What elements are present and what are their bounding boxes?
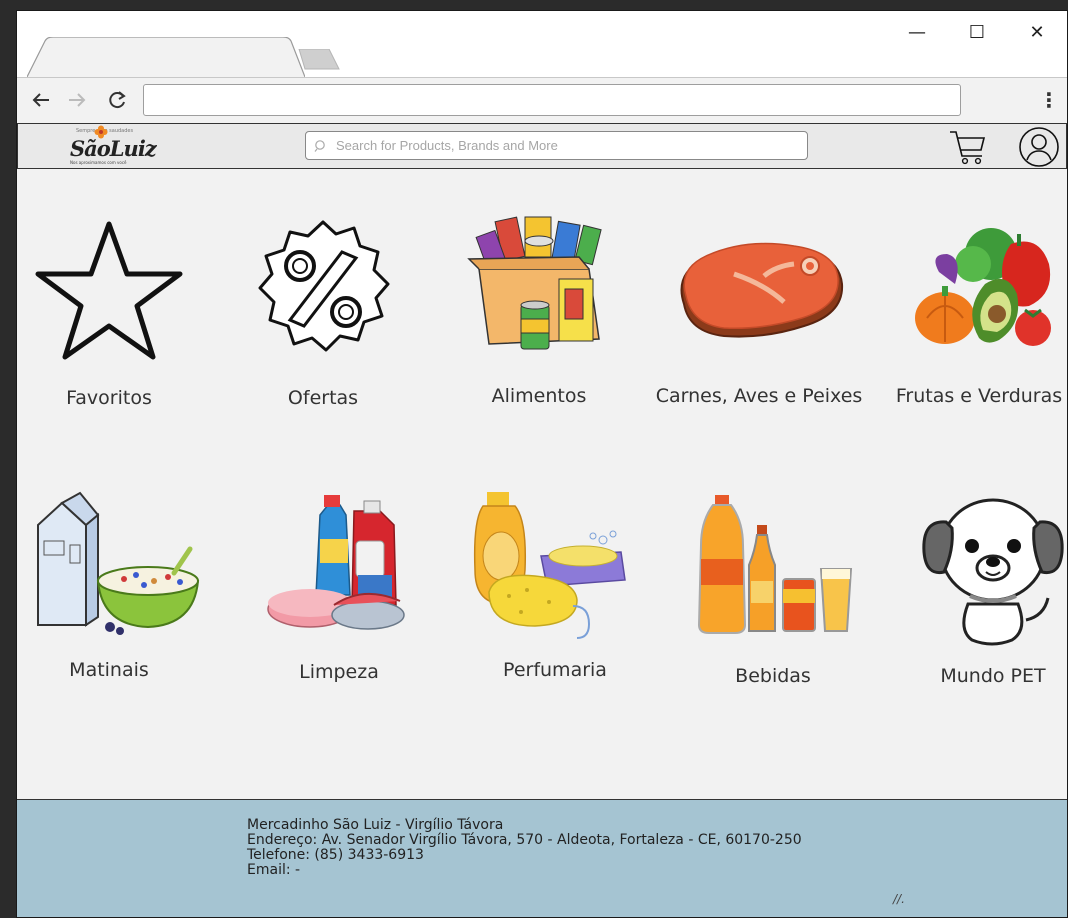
back-button[interactable]: [29, 88, 53, 112]
category-label: Mundo PET: [940, 665, 1046, 687]
arrow-right-icon: [69, 93, 86, 107]
category-label: Perfumaria: [503, 659, 607, 681]
cleaning-products-icon: [267, 495, 405, 630]
search-placeholder: Search for Products, Brands and More: [336, 138, 558, 153]
vegetables-icon: [915, 228, 1051, 346]
search-icon: [306, 133, 336, 159]
soap-sponge-icon: [473, 492, 626, 639]
milk-cereal-icon: [37, 491, 200, 635]
reload-button[interactable]: [105, 88, 129, 112]
tab-strip: — ☐ ✕: [17, 11, 1067, 77]
logo-wordmark: SãoLuiz: [70, 136, 157, 161]
forward-button[interactable]: [65, 88, 89, 112]
category-frutas[interactable]: Frutas e Verduras: [873, 209, 1067, 429]
category-label: Matinais: [69, 659, 149, 681]
category-label: Frutas e Verduras: [895, 385, 1063, 407]
groceries-box-icon: [467, 216, 602, 350]
minimize-button[interactable]: —: [887, 17, 947, 47]
category-label: Ofertas: [287, 387, 359, 409]
category-label: Carnes, Aves e Peixes: [655, 385, 863, 407]
store-phone: Telefone: (85) 3433-6913: [247, 847, 424, 863]
category-alimentos[interactable]: Alimentos: [433, 209, 645, 429]
category-label: Limpeza: [299, 661, 379, 683]
browser-window: — ☐ ✕ ⋮ Sempre com saudades SãoLuiz Nos: [16, 10, 1068, 918]
category-ofertas[interactable]: Ofertas: [217, 209, 429, 429]
cart-icon[interactable]: [948, 126, 988, 168]
category-matinais[interactable]: Matinais: [17, 485, 215, 705]
category-perfumaria[interactable]: Perfumaria: [449, 485, 661, 705]
site-header: Sempre com saudades SãoLuiz Nos aproxima…: [17, 123, 1067, 169]
store-address: Endereço: Av. Senador Virgílio Távora, 5…: [247, 832, 802, 848]
arrow-left-icon: [32, 93, 49, 107]
user-icon[interactable]: [1018, 126, 1060, 168]
browser-menu-button[interactable]: ⋮: [1039, 86, 1059, 114]
footer: Mercadinho São Luiz - Virgílio Távora En…: [17, 799, 1067, 917]
store-email: Email: -: [247, 862, 301, 878]
star-icon: [35, 221, 183, 360]
new-tab-button[interactable]: [295, 49, 341, 71]
category-label: Alimentos: [491, 385, 587, 407]
saoluiz-logo[interactable]: Sempre com saudades SãoLuiz Nos aproxima…: [66, 125, 162, 168]
logo-slogan: Nos aproximamos com você: [70, 160, 127, 165]
category-favoritos[interactable]: Favoritos: [17, 209, 215, 429]
category-limpeza[interactable]: Limpeza: [233, 485, 445, 705]
close-button[interactable]: ✕: [1007, 17, 1067, 47]
browser-tab-active[interactable]: [27, 37, 305, 77]
category-label: Bebidas: [735, 665, 811, 687]
category-bebidas[interactable]: Bebidas: [667, 485, 879, 705]
dog-icon: [922, 498, 1064, 646]
percent-badge-icon: [258, 220, 390, 352]
category-label: Favoritos: [66, 387, 152, 409]
bottles-icon: [697, 495, 853, 634]
reload-icon: [109, 91, 126, 109]
maximize-button[interactable]: ☐: [947, 17, 1007, 47]
search-input[interactable]: Search for Products, Brands and More: [305, 131, 808, 160]
store-name: Mercadinho São Luiz - Virgílio Távora: [247, 817, 504, 833]
browser-toolbar: ⋮: [17, 77, 1067, 123]
resize-grip-icon[interactable]: //.: [893, 892, 905, 906]
steak-icon: [680, 242, 844, 338]
window-controls: — ☐ ✕: [887, 17, 1067, 47]
address-bar[interactable]: [143, 84, 961, 116]
category-grid: Favoritos Ofertas Alimentos Carnes, Aves…: [17, 169, 1067, 799]
category-carnes[interactable]: Carnes, Aves e Peixes: [653, 209, 865, 429]
category-mundo-pet[interactable]: Mundo PET: [887, 485, 1067, 705]
store-info: Mercadinho São Luiz - Virgílio Távora En…: [247, 818, 802, 878]
